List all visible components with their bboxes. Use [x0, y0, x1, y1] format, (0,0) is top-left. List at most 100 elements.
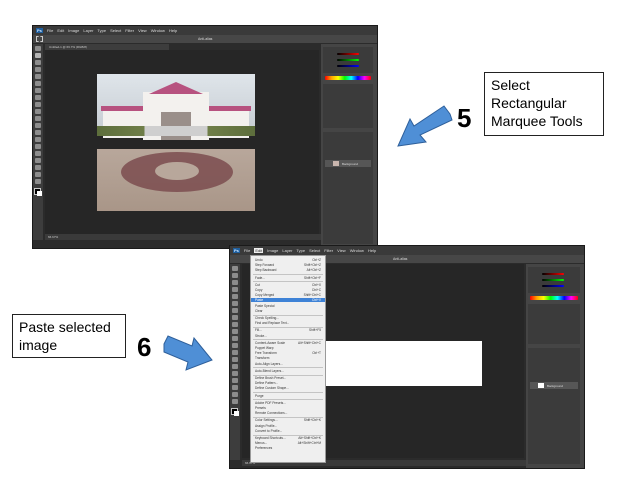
color-slider-green[interactable]: [542, 279, 564, 281]
gradient-tool-icon[interactable]: [35, 123, 41, 128]
color-slider-blue[interactable]: [542, 285, 564, 287]
color-slider-blue[interactable]: [337, 65, 359, 67]
eraser-tool-icon[interactable]: [35, 116, 41, 121]
quick-select-tool-icon[interactable]: [232, 287, 238, 292]
edit-menu-item-auto-align-layers[interactable]: Auto-Align Layers...: [251, 362, 325, 366]
path-select-tool-icon[interactable]: [35, 158, 41, 163]
edit-menu-item-copy[interactable]: Copy Ctrl+C: [251, 288, 325, 292]
dodge-tool-icon[interactable]: [232, 357, 238, 362]
crop-tool-icon[interactable]: [35, 74, 41, 79]
move-tool-icon[interactable]: [232, 266, 238, 271]
edit-menu-item-remote-connections[interactable]: Remote Connections...: [251, 411, 325, 415]
type-tool-icon[interactable]: [232, 371, 238, 376]
menu-view[interactable]: View: [337, 248, 346, 253]
edit-menu-item-paste-special[interactable]: Paste Special: [251, 304, 325, 308]
menu-select[interactable]: Select: [110, 28, 121, 33]
zoom-level[interactable]: 66.67%: [48, 235, 58, 239]
edit-menu-item-content-aware-scale[interactable]: Content-Aware Scale Alt+Shift+Ctrl+C: [251, 341, 325, 345]
edit-menu-item-step-forward[interactable]: Step Forward Shift+Ctrl+Z: [251, 263, 325, 267]
edit-menu-item-define-pattern[interactable]: Define Pattern...: [251, 381, 325, 385]
rectangular-marquee-tool-icon[interactable]: [35, 53, 41, 58]
edit-menu-item-fade[interactable]: Fade... Shift+Ctrl+F: [251, 276, 325, 280]
options-anti-alias[interactable]: Anti-alias: [198, 37, 212, 41]
edit-menu-item-color-settings[interactable]: Color Settings... Shift+Ctrl+K: [251, 418, 325, 422]
menu-edit[interactable]: Edit: [254, 248, 264, 253]
color-slider-green[interactable]: [337, 59, 359, 61]
menu-image[interactable]: Image: [68, 28, 79, 33]
menu-file[interactable]: File: [47, 28, 53, 33]
type-tool-icon[interactable]: [35, 151, 41, 156]
spectrum-bar[interactable]: [325, 76, 371, 80]
shape-tool-icon[interactable]: [232, 385, 238, 390]
color-swatches-icon[interactable]: [231, 408, 239, 416]
spectrum-bar[interactable]: [530, 296, 578, 300]
edit-menu-item-purge[interactable]: Purge: [251, 394, 325, 398]
zoom-tool-icon[interactable]: [35, 179, 41, 184]
eyedropper-tool-icon[interactable]: [232, 301, 238, 306]
edit-menu-item-preferences[interactable]: Preferences: [251, 446, 325, 450]
menu-edit[interactable]: Edit: [57, 28, 64, 33]
edit-menu-item-cut[interactable]: Cut Ctrl+X: [251, 283, 325, 287]
gradient-tool-icon[interactable]: [232, 343, 238, 348]
edit-menu-item-assign-profile[interactable]: Assign Profile...: [251, 424, 325, 428]
pen-tool-icon[interactable]: [35, 144, 41, 149]
blur-tool-icon[interactable]: [35, 130, 41, 135]
edit-menu-item-clear[interactable]: Clear: [251, 309, 325, 313]
menu-file[interactable]: File: [244, 248, 250, 253]
edit-menu-item-auto-blend-layers[interactable]: Auto-Blend Layers...: [251, 369, 325, 373]
eraser-tool-icon[interactable]: [232, 336, 238, 341]
edit-menu-item-stroke[interactable]: Stroke...: [251, 334, 325, 338]
hand-tool-icon[interactable]: [232, 392, 238, 397]
color-slider-red[interactable]: [542, 273, 564, 275]
document-tab[interactable]: Untitled-1 @ 66.7% (RGB/8): [49, 45, 87, 49]
layer-row[interactable]: Background: [325, 160, 371, 167]
move-tool-icon[interactable]: [35, 46, 41, 51]
edit-menu-item-define-brush-preset[interactable]: Define Brush Preset...: [251, 376, 325, 380]
color-swatches-icon[interactable]: [34, 188, 42, 196]
edit-menu-item-fill[interactable]: Fill... Shift+F5: [251, 328, 325, 332]
edit-menu-item-copy-merged[interactable]: Copy Merged Shift+Ctrl+C: [251, 293, 325, 297]
healing-tool-icon[interactable]: [35, 88, 41, 93]
marquee-tool-icon[interactable]: [36, 36, 43, 42]
menu-layer[interactable]: Layer: [83, 28, 93, 33]
zoom-tool-icon[interactable]: [232, 399, 238, 404]
menu-view[interactable]: View: [138, 28, 147, 33]
color-slider-red[interactable]: [337, 53, 359, 55]
menu-help[interactable]: Help: [368, 248, 376, 253]
menu-type[interactable]: Type: [296, 248, 305, 253]
healing-tool-icon[interactable]: [232, 308, 238, 313]
menu-help[interactable]: Help: [169, 28, 177, 33]
menu-layer[interactable]: Layer: [282, 248, 292, 253]
edit-menu-item-presets[interactable]: Presets: [251, 406, 325, 410]
options-anti-alias[interactable]: Anti-alias: [393, 257, 407, 261]
menu-type[interactable]: Type: [97, 28, 106, 33]
dodge-tool-icon[interactable]: [35, 137, 41, 142]
menu-select[interactable]: Select: [309, 248, 320, 253]
stamp-tool-icon[interactable]: [35, 102, 41, 107]
lasso-tool-icon[interactable]: [232, 280, 238, 285]
blur-tool-icon[interactable]: [232, 350, 238, 355]
brush-tool-icon[interactable]: [232, 315, 238, 320]
edit-menu-item-find-and-replace-text[interactable]: Find and Replace Text...: [251, 321, 325, 325]
stamp-tool-icon[interactable]: [232, 322, 238, 327]
edit-menu-item-free-transform[interactable]: Free Transform Ctrl+T: [251, 351, 325, 355]
menu-window[interactable]: Window: [151, 28, 165, 33]
menu-filter[interactable]: Filter: [125, 28, 134, 33]
rectangular-marquee-tool-icon[interactable]: [232, 273, 238, 278]
edit-menu-item-check-spelling[interactable]: Check Spelling...: [251, 316, 325, 320]
edit-menu-item-paste[interactable]: Paste Ctrl+V: [251, 298, 325, 303]
edit-menu-item-define-custom-shape[interactable]: Define Custom Shape...: [251, 386, 325, 390]
menu-image[interactable]: Image: [267, 248, 278, 253]
history-brush-tool-icon[interactable]: [232, 329, 238, 334]
shape-tool-icon[interactable]: [35, 165, 41, 170]
edit-menu-item-adobe-pdf-presets[interactable]: Adobe PDF Presets...: [251, 401, 325, 405]
edit-menu-item-keyboard-shortcuts[interactable]: Keyboard Shortcuts... Alt+Shift+Ctrl+K: [251, 436, 325, 440]
menu-filter[interactable]: Filter: [324, 248, 333, 253]
edit-menu-item-puppet-warp[interactable]: Puppet Warp: [251, 346, 325, 350]
lasso-tool-icon[interactable]: [35, 60, 41, 65]
edit-menu-item-transform[interactable]: Transform: [251, 356, 325, 360]
edit-menu-item-convert-to-profile[interactable]: Convert to Profile...: [251, 429, 325, 433]
hand-tool-icon[interactable]: [35, 172, 41, 177]
eyedropper-tool-icon[interactable]: [35, 81, 41, 86]
edit-menu-item-menus[interactable]: Menus... Alt+Shift+Ctrl+M: [251, 441, 325, 445]
